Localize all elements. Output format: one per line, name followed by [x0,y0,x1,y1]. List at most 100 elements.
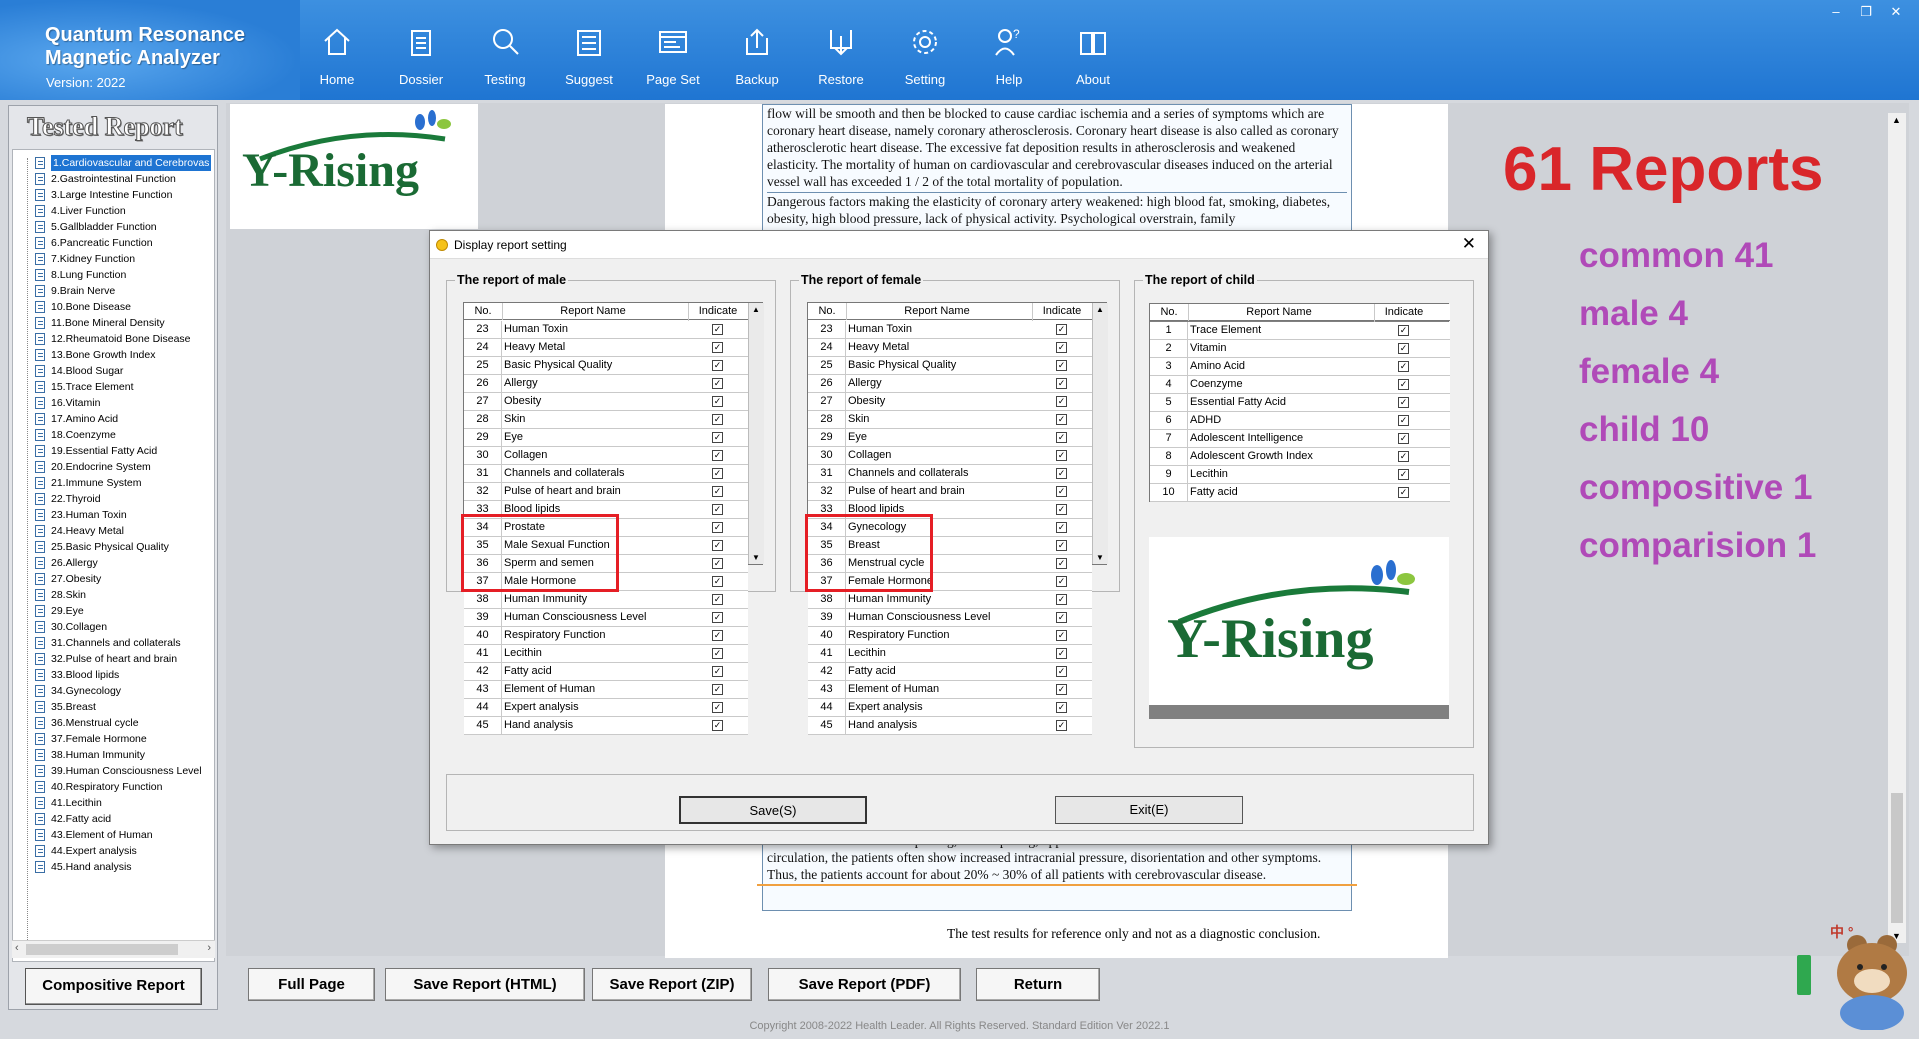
tree-item[interactable]: 18.Coenzyme [13,427,214,443]
report-row[interactable]: 27 Obesity ✓ [808,393,1092,411]
indicate-checkbox[interactable]: ✓ [1056,576,1067,587]
report-row[interactable]: 3 Amino Acid ✓ [1150,358,1450,376]
grid-scroll-down-icon[interactable]: ▼ [752,553,760,562]
tree-item[interactable]: 20.Endocrine System [13,459,214,475]
tree-item[interactable]: 45.Hand analysis [13,859,214,875]
nav-testing-button[interactable]: Testing [464,0,546,100]
nav-home-button[interactable]: Home [296,0,378,100]
indicate-checkbox[interactable]: ✓ [1056,540,1067,551]
tree-item[interactable]: 26.Allergy [13,555,214,571]
indicate-checkbox[interactable]: ✓ [1056,522,1067,533]
indicate-checkbox[interactable]: ✓ [1056,684,1067,695]
report-row[interactable]: 29 Eye ✓ [464,429,748,447]
indicate-checkbox[interactable]: ✓ [1056,666,1067,677]
indicate-checkbox[interactable]: ✓ [712,720,723,731]
viewer-scroll-thumb[interactable] [1891,793,1903,923]
grid-scrollbar[interactable]: ▲ ▼ [1092,303,1108,564]
report-row[interactable]: 45 Hand analysis ✓ [464,717,748,735]
scroll-up-arrow-icon[interactable]: ▲ [1892,115,1901,125]
report-row[interactable]: 28 Skin ✓ [464,411,748,429]
indicate-checkbox[interactable]: ✓ [1056,432,1067,443]
tree-item[interactable]: 4.Liver Function [13,203,214,219]
tree-item[interactable]: 24.Heavy Metal [13,523,214,539]
indicate-checkbox[interactable]: ✓ [1398,325,1409,336]
indicate-checkbox[interactable]: ✓ [1056,486,1067,497]
indicate-checkbox[interactable]: ✓ [712,630,723,641]
report-row[interactable]: 32 Pulse of heart and brain ✓ [464,483,748,501]
exit-button[interactable]: Exit(E) [1055,796,1243,824]
report-row[interactable]: 23 Human Toxin ✓ [808,321,1092,339]
tree-horizontal-scrollbar[interactable]: ‹ › [12,940,215,958]
report-row[interactable]: 30 Collagen ✓ [808,447,1092,465]
tree-item[interactable]: 8.Lung Function [13,267,214,283]
indicate-checkbox[interactable]: ✓ [1398,487,1409,498]
report-row[interactable]: 24 Heavy Metal ✓ [464,339,748,357]
indicate-checkbox[interactable]: ✓ [1056,450,1067,461]
nav-about-button[interactable]: About [1052,0,1134,100]
indicate-checkbox[interactable]: ✓ [1056,720,1067,731]
tree-item[interactable]: 31.Channels and collaterals [13,635,214,651]
report-row[interactable]: 39 Human Consciousness Level ✓ [464,609,748,627]
indicate-checkbox[interactable]: ✓ [1056,504,1067,515]
tree-item[interactable]: 28.Skin [13,587,214,603]
nav-dossier-button[interactable]: Dossier [380,0,462,100]
report-row[interactable]: 39 Human Consciousness Level ✓ [808,609,1092,627]
indicate-checkbox[interactable]: ✓ [712,702,723,713]
tree-item[interactable]: 9.Brain Nerve [13,283,214,299]
tree-item[interactable]: 23.Human Toxin [13,507,214,523]
dialog-close-button[interactable]: ✕ [1462,234,1476,254]
report-row[interactable]: 2 Vitamin ✓ [1150,340,1450,358]
report-row[interactable]: 38 Human Immunity ✓ [464,591,748,609]
indicate-checkbox[interactable]: ✓ [1056,396,1067,407]
report-row[interactable]: 10 Fatty acid ✓ [1150,484,1450,502]
report-row[interactable]: 25 Basic Physical Quality ✓ [464,357,748,375]
indicate-checkbox[interactable]: ✓ [1056,594,1067,605]
indicate-checkbox[interactable]: ✓ [1398,469,1409,480]
report-row[interactable]: 27 Obesity ✓ [464,393,748,411]
save-report-pdf-button[interactable]: Save Report (PDF) [768,968,961,1001]
tree-item[interactable]: 1.Cardiovascular and Cerebrovas [13,155,214,171]
report-row[interactable]: 42 Fatty acid ✓ [464,663,748,681]
report-row[interactable]: 28 Skin ✓ [808,411,1092,429]
report-row[interactable]: 26 Allergy ✓ [464,375,748,393]
save-button[interactable]: Save(S) [679,796,867,824]
save-report-html-button[interactable]: Save Report (HTML) [385,968,585,1001]
nav-backup-button[interactable]: Backup [716,0,798,100]
indicate-checkbox[interactable]: ✓ [1056,414,1067,425]
tree-item[interactable]: 30.Collagen [13,619,214,635]
report-row[interactable]: 43 Element of Human ✓ [464,681,748,699]
grid-scroll-up-icon[interactable]: ▲ [752,305,760,314]
tree-item[interactable]: 17.Amino Acid [13,411,214,427]
indicate-checkbox[interactable]: ✓ [1056,558,1067,569]
report-row[interactable]: 1 Trace Element ✓ [1150,322,1450,340]
report-row[interactable]: 7 Adolescent Intelligence ✓ [1150,430,1450,448]
tree-item[interactable]: 25.Basic Physical Quality [13,539,214,555]
indicate-checkbox[interactable]: ✓ [712,684,723,695]
tree-item[interactable]: 39.Human Consciousness Level [13,763,214,779]
nav-help-button[interactable]: ? Help [968,0,1050,100]
indicate-checkbox[interactable]: ✓ [1398,379,1409,390]
tree-item[interactable]: 37.Female Hormone [13,731,214,747]
indicate-checkbox[interactable]: ✓ [712,666,723,677]
report-row[interactable]: 5 Essential Fatty Acid ✓ [1150,394,1450,412]
report-row[interactable]: 25 Basic Physical Quality ✓ [808,357,1092,375]
tree-item[interactable]: 10.Bone Disease [13,299,214,315]
tree-item[interactable]: 38.Human Immunity [13,747,214,763]
report-row[interactable]: 8 Adolescent Growth Index ✓ [1150,448,1450,466]
indicate-checkbox[interactable]: ✓ [712,324,723,335]
indicate-checkbox[interactable]: ✓ [1056,342,1067,353]
indicate-checkbox[interactable]: ✓ [1398,433,1409,444]
report-row[interactable]: 44 Expert analysis ✓ [464,699,748,717]
grid-scroll-up-icon[interactable]: ▲ [1096,305,1104,314]
indicate-checkbox[interactable]: ✓ [1398,397,1409,408]
report-row[interactable]: 41 Lecithin ✓ [464,645,748,663]
tree-item[interactable]: 42.Fatty acid [13,811,214,827]
tree-item[interactable]: 34.Gynecology [13,683,214,699]
tree-item[interactable]: 41.Lecithin [13,795,214,811]
save-report-zip-button[interactable]: Save Report (ZIP) [592,968,752,1001]
indicate-checkbox[interactable]: ✓ [712,342,723,353]
report-row[interactable]: 40 Respiratory Function ✓ [464,627,748,645]
report-row[interactable]: 45 Hand analysis ✓ [808,717,1092,735]
tree-item[interactable]: 43.Element of Human [13,827,214,843]
indicate-checkbox[interactable]: ✓ [712,396,723,407]
